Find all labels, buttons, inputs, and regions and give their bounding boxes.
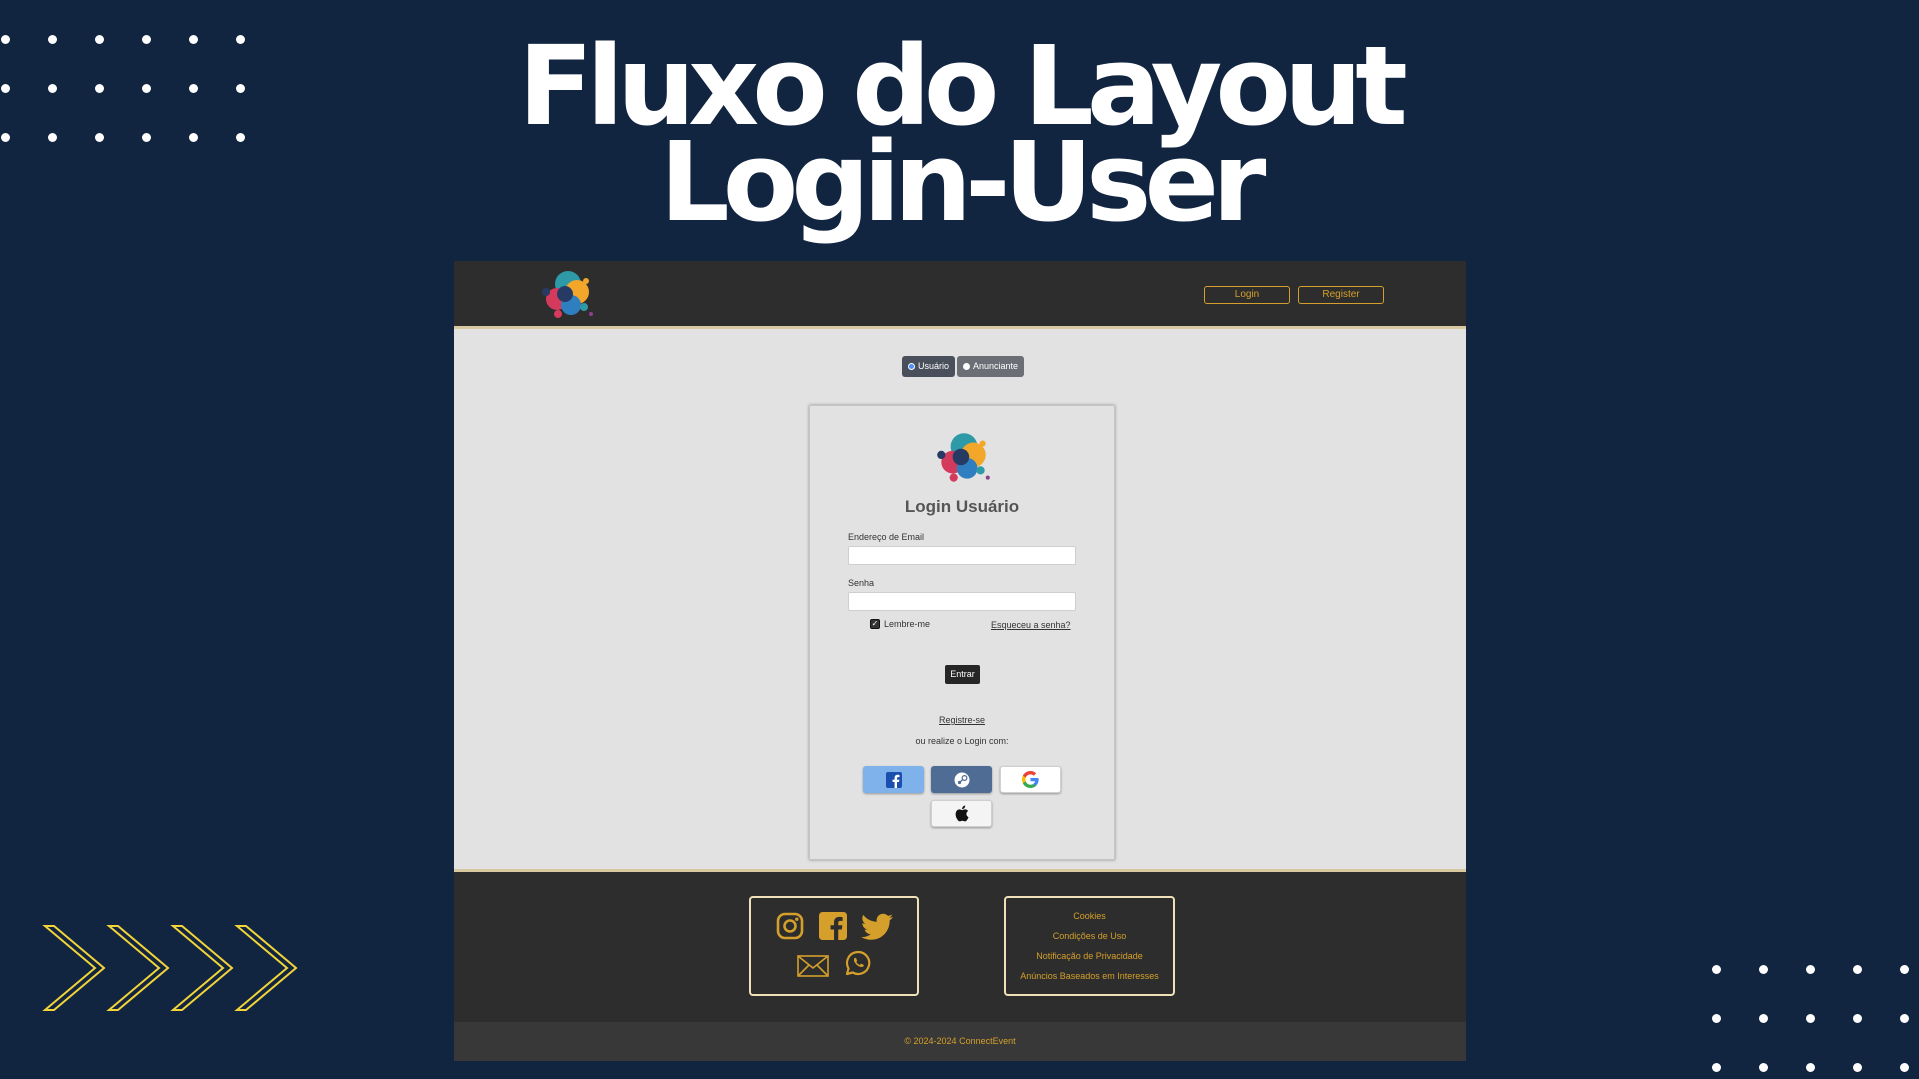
- footer-link-terms[interactable]: Condições de Uso: [1053, 931, 1127, 941]
- user-type-option-usuario[interactable]: Usuário: [902, 356, 956, 377]
- radio-selected-icon[interactable]: [908, 363, 915, 370]
- copyright-bar: © 2024-2024 ConnectEvent: [454, 1022, 1466, 1061]
- email-label: Endereço de Email: [848, 532, 925, 542]
- remember-me-label: Lembre-me: [884, 619, 931, 629]
- google-login-button[interactable]: [1000, 766, 1061, 793]
- footer-social-box: [749, 896, 919, 996]
- footer: Cookies Condições de Uso Notificação de …: [454, 869, 1466, 1061]
- connectevent-logo-icon[interactable]: [536, 268, 598, 322]
- chevron-right-icon: [42, 925, 298, 1011]
- steam-login-button[interactable]: [931, 766, 992, 793]
- footer-link-ads[interactable]: Anúncios Baseados em Interesses: [1020, 971, 1159, 981]
- headline-line-2: Login-User: [659, 118, 1267, 246]
- user-type-option-label: Usuário: [918, 361, 950, 371]
- remember-me-checkbox[interactable]: ✓: [870, 619, 880, 629]
- login-card: Login Usuário Endereço de Email Senha ✓ …: [809, 405, 1115, 860]
- user-type-toggle: Usuário Anunciante: [902, 356, 1025, 377]
- login-submit-button[interactable]: Entrar: [945, 665, 980, 684]
- top-navbar: Login Register: [454, 261, 1466, 329]
- instagram-icon[interactable]: [776, 912, 804, 940]
- nav-register-button[interactable]: Register: [1298, 286, 1384, 304]
- alt-login-text: ou realize o Login com:: [915, 736, 1009, 746]
- apple-icon: [955, 805, 969, 822]
- password-field[interactable]: [848, 592, 1076, 611]
- password-label: Senha: [848, 578, 875, 588]
- decorative-dot-grid-bottom-right: [1712, 965, 1909, 1072]
- facebook-icon[interactable]: [819, 912, 847, 940]
- register-link[interactable]: Registre-se: [810, 715, 1114, 725]
- mail-icon[interactable]: [797, 955, 829, 977]
- google-icon: [1022, 771, 1039, 788]
- facebook-icon: [885, 771, 902, 788]
- whatsapp-icon[interactable]: [845, 950, 871, 976]
- browser-mockup: Login Register Usuário Anunciante Login …: [454, 261, 1466, 1061]
- nav-login-button[interactable]: Login: [1204, 286, 1290, 304]
- page-headline: Fluxo do Layout Login-User: [0, 31, 1919, 246]
- login-title: Login Usuário: [904, 497, 1020, 516]
- email-field[interactable]: [848, 546, 1076, 565]
- remember-me: ✓ Lembre-me: [870, 619, 930, 629]
- radio-unselected-icon[interactable]: [963, 363, 971, 370]
- user-type-option-anunciante[interactable]: Anunciante: [957, 356, 1025, 377]
- footer-link-cookies[interactable]: Cookies: [1073, 911, 1106, 921]
- forgot-password-link[interactable]: Esqueceu a senha?: [991, 620, 1071, 630]
- user-type-option-label: Anunciante: [973, 361, 1019, 371]
- facebook-login-button[interactable]: [863, 766, 924, 793]
- steam-icon: [954, 772, 969, 787]
- connectevent-logo-icon: [937, 433, 990, 482]
- footer-links-box: Cookies Condições de Uso Notificação de …: [1004, 896, 1175, 996]
- footer-link-privacy[interactable]: Notificação de Privacidade: [1036, 951, 1143, 961]
- apple-login-button[interactable]: [931, 800, 992, 827]
- twitter-icon[interactable]: [861, 913, 893, 941]
